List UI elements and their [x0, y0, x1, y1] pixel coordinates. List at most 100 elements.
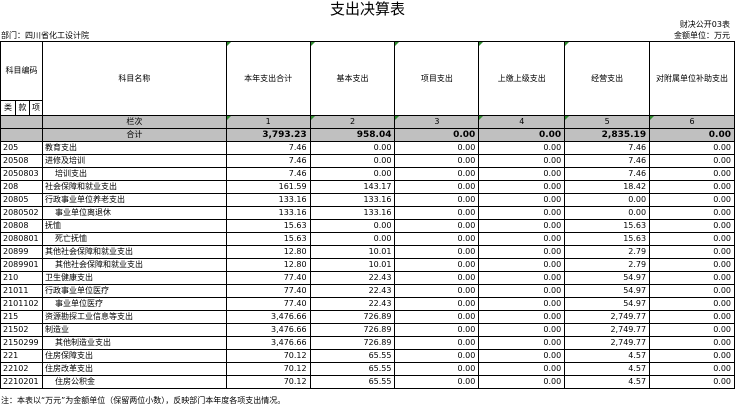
amount-cell[interactable]: 0.00 [564, 206, 651, 220]
subject-name-cell[interactable]: 制造业 [41, 323, 227, 337]
amount-cell[interactable]: 133.16 [225, 193, 311, 207]
amount-cell[interactable]: 0.00 [649, 323, 735, 337]
amount-cell[interactable]: 0.00 [394, 219, 480, 233]
amount-cell[interactable]: 0.00 [394, 375, 480, 389]
subject-name-cell[interactable]: 事业单位医疗 [41, 297, 227, 311]
amount-cell[interactable]: 7.46 [225, 167, 311, 181]
index-cell[interactable]: 2 [309, 115, 396, 129]
amount-cell[interactable]: 7.46 [564, 167, 651, 181]
total-cell[interactable]: 2,835.19 [564, 128, 651, 142]
subject-code-cell[interactable]: 2089901 [0, 258, 43, 272]
index-cell[interactable]: 3 [394, 115, 480, 129]
amount-cell[interactable]: 3,476.66 [225, 323, 311, 337]
subject-code-cell[interactable]: 215 [0, 310, 43, 324]
subject-code-cell[interactable]: 205 [0, 141, 43, 155]
amount-cell[interactable]: 0.00 [478, 271, 566, 285]
header-total-expenditure[interactable]: 本年支出合计 [225, 41, 311, 116]
index-cell[interactable]: 6 [649, 115, 735, 129]
amount-cell[interactable]: 0.00 [478, 297, 566, 311]
amount-cell[interactable]: 0.00 [394, 271, 480, 285]
amount-cell[interactable]: 10.01 [309, 245, 396, 259]
amount-cell[interactable]: 0.00 [649, 362, 735, 376]
header-operating-expenditure[interactable]: 经营支出 [564, 41, 651, 116]
total-cell[interactable]: 0.00 [394, 128, 480, 142]
amount-cell[interactable]: 0.00 [649, 245, 735, 259]
amount-cell[interactable]: 4.57 [564, 375, 651, 389]
amount-cell[interactable]: 143.17 [309, 180, 396, 194]
amount-cell[interactable]: 0.00 [649, 193, 735, 207]
amount-cell[interactable]: 0.00 [478, 193, 566, 207]
amount-cell[interactable]: 0.00 [309, 154, 396, 168]
header-subsidiary-subsidy[interactable]: 对附属单位补助支出 [649, 41, 735, 116]
subject-code-cell[interactable]: 2080502 [0, 206, 43, 220]
amount-cell[interactable]: 0.00 [478, 245, 566, 259]
amount-cell[interactable]: 7.46 [564, 154, 651, 168]
subject-name-cell[interactable]: 培训支出 [41, 167, 227, 181]
amount-cell[interactable]: 133.16 [225, 206, 311, 220]
amount-cell[interactable]: 65.55 [309, 362, 396, 376]
amount-cell[interactable]: 0.00 [478, 141, 566, 155]
amount-cell[interactable]: 0.00 [394, 193, 480, 207]
amount-cell[interactable]: 0.00 [394, 349, 480, 363]
subject-code-cell[interactable]: 20508 [0, 154, 43, 168]
amount-cell[interactable]: 0.00 [478, 154, 566, 168]
amount-cell[interactable]: 0.00 [309, 219, 396, 233]
amount-cell[interactable]: 0.00 [564, 193, 651, 207]
subject-name-cell[interactable]: 卫生健康支出 [41, 271, 227, 285]
amount-cell[interactable]: 3,476.66 [225, 336, 311, 350]
amount-cell[interactable]: 0.00 [309, 232, 396, 246]
amount-cell[interactable]: 0.00 [309, 141, 396, 155]
total-cell[interactable]: 958.04 [309, 128, 396, 142]
amount-cell[interactable]: 65.55 [309, 349, 396, 363]
amount-cell[interactable]: 0.00 [649, 141, 735, 155]
amount-cell[interactable]: 0.00 [478, 323, 566, 337]
amount-cell[interactable]: 726.89 [309, 336, 396, 350]
header-project-expenditure[interactable]: 项目支出 [394, 41, 480, 116]
amount-cell[interactable]: 70.12 [225, 375, 311, 389]
subject-name-cell[interactable]: 其他制造业支出 [41, 336, 227, 350]
amount-cell[interactable]: 0.00 [394, 362, 480, 376]
amount-cell[interactable]: 54.97 [564, 297, 651, 311]
subject-name-cell[interactable]: 死亡抚恤 [41, 232, 227, 246]
amount-cell[interactable]: 0.00 [394, 206, 480, 220]
amount-cell[interactable]: 133.16 [309, 206, 396, 220]
total-cell[interactable]: 3,793.23 [225, 128, 311, 142]
header-subject-code[interactable]: 科目编码 [0, 41, 43, 101]
amount-cell[interactable]: 161.59 [225, 180, 311, 194]
amount-cell[interactable]: 4.57 [564, 362, 651, 376]
amount-cell[interactable]: 0.00 [394, 245, 480, 259]
amount-cell[interactable]: 2.79 [564, 258, 651, 272]
amount-cell[interactable]: 0.00 [649, 180, 735, 194]
amount-cell[interactable]: 0.00 [478, 180, 566, 194]
amount-cell[interactable]: 0.00 [649, 284, 735, 298]
subject-code-cell[interactable]: 22102 [0, 362, 43, 376]
amount-cell[interactable]: 0.00 [649, 219, 735, 233]
subject-name-cell[interactable]: 其他社会保障和就业支出 [41, 258, 227, 272]
amount-cell[interactable]: 0.00 [478, 362, 566, 376]
subject-code-cell[interactable]: 221 [0, 349, 43, 363]
subject-code-cell[interactable]: 20899 [0, 245, 43, 259]
subject-code-cell[interactable]: 208 [0, 180, 43, 194]
amount-cell[interactable]: 15.63 [225, 219, 311, 233]
subject-name-cell[interactable]: 抚恤 [41, 219, 227, 233]
amount-cell[interactable]: 54.97 [564, 284, 651, 298]
header-basic-expenditure[interactable]: 基本支出 [309, 41, 396, 116]
subject-code-cell[interactable]: 2150299 [0, 336, 43, 350]
amount-cell[interactable]: 0.00 [394, 258, 480, 272]
subject-name-cell[interactable]: 教育支出 [41, 141, 227, 155]
subject-name-cell[interactable]: 事业单位离退休 [41, 206, 227, 220]
amount-cell[interactable]: 0.00 [394, 141, 480, 155]
amount-cell[interactable]: 0.00 [478, 167, 566, 181]
amount-cell[interactable]: 4.57 [564, 349, 651, 363]
subject-code-cell[interactable]: 21502 [0, 323, 43, 337]
amount-cell[interactable]: 0.00 [649, 310, 735, 324]
amount-cell[interactable]: 77.40 [225, 284, 311, 298]
amount-cell[interactable]: 0.00 [394, 336, 480, 350]
amount-cell[interactable]: 0.00 [478, 284, 566, 298]
amount-cell[interactable]: 0.00 [394, 284, 480, 298]
amount-cell[interactable]: 0.00 [478, 232, 566, 246]
subject-code-cell[interactable]: 21011 [0, 284, 43, 298]
amount-cell[interactable]: 15.63 [564, 232, 651, 246]
amount-cell[interactable]: 54.97 [564, 271, 651, 285]
subject-name-cell[interactable]: 资源勘探工业信息等支出 [41, 310, 227, 324]
